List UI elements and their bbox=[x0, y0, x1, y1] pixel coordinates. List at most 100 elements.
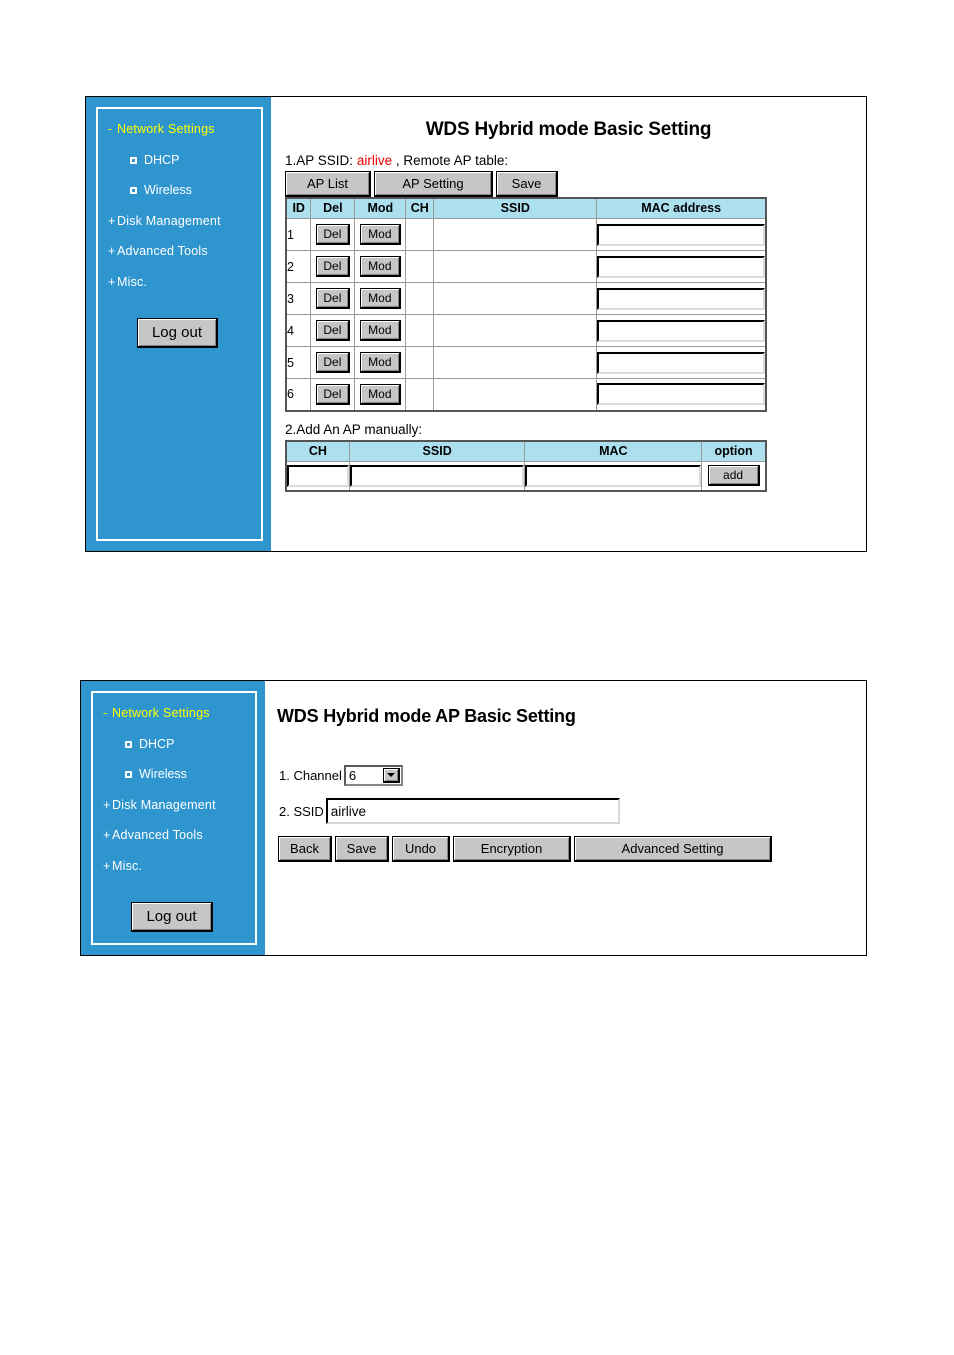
bullet-icon bbox=[125, 740, 132, 748]
cell-ch bbox=[405, 218, 435, 251]
mac-input[interactable] bbox=[597, 383, 765, 406]
sidebar-item-misc[interactable]: + Misc. bbox=[108, 274, 253, 289]
add-button[interactable]: add bbox=[707, 465, 760, 487]
panel2-content: WDS Hybrid mode AP Basic Setting 1. Chan… bbox=[265, 681, 866, 955]
sidebar-subitem-label: DHCP bbox=[139, 736, 175, 751]
wds-basic-setting-panel: - Network Settings DHCP Wireless + Disk Ma… bbox=[85, 96, 867, 552]
cell-mac bbox=[596, 378, 767, 411]
cell-mod: Mod bbox=[354, 378, 407, 411]
plus-icon: + bbox=[103, 797, 111, 812]
table-row: 1 Del Mod bbox=[285, 218, 767, 251]
advanced-setting-button[interactable]: Advanced Setting bbox=[574, 836, 772, 862]
add-ssid-input[interactable] bbox=[349, 464, 525, 487]
table-row: 5 Del Mod bbox=[285, 346, 767, 379]
sidebar-subitem-label: DHCP bbox=[144, 152, 180, 167]
del-button[interactable]: Del bbox=[315, 352, 350, 373]
mac-input[interactable] bbox=[597, 255, 765, 278]
undo-button[interactable]: Undo bbox=[392, 836, 450, 862]
cell-ssid bbox=[433, 282, 598, 315]
sidebar-item-dhcp[interactable]: DHCP bbox=[125, 736, 247, 751]
minus-icon: - bbox=[103, 706, 108, 720]
ssid-input[interactable] bbox=[325, 798, 620, 824]
plus-icon: + bbox=[108, 213, 116, 228]
mod-button[interactable]: Mod bbox=[359, 383, 401, 405]
sidebar-item-wireless[interactable]: Wireless bbox=[130, 184, 253, 197]
wds-ap-basic-setting-panel: - Network Settings DHCP Wireless + Disk Ma… bbox=[80, 680, 867, 956]
ap-setting-button[interactable]: AP Setting bbox=[374, 171, 493, 197]
sidebar-inner: - Network Settings DHCP Wireless + Disk Ma… bbox=[96, 107, 263, 541]
cell-id: 1 bbox=[285, 218, 312, 251]
sidebar-item-dhcp[interactable]: DHCP bbox=[130, 152, 253, 167]
sidebar-item-advanced-tools[interactable]: + Advanced Tools bbox=[103, 829, 247, 842]
sidebar-item-misc[interactable]: + Misc. bbox=[103, 858, 247, 873]
sidebar-item-label: Disk Management bbox=[112, 797, 216, 812]
channel-select[interactable]: 6 bbox=[343, 765, 403, 786]
table-row: 4 Del Mod bbox=[285, 314, 767, 347]
mod-button[interactable]: Mod bbox=[359, 224, 401, 245]
cell-ssid bbox=[433, 314, 598, 347]
del-button[interactable]: Del bbox=[315, 383, 350, 405]
cell-id: 2 bbox=[285, 250, 312, 283]
mod-button[interactable]: Mod bbox=[359, 320, 401, 341]
cell-mod: Mod bbox=[354, 314, 407, 347]
sidebar-item-disk-management[interactable]: + Disk Management bbox=[103, 797, 247, 812]
del-button[interactable]: Del bbox=[315, 256, 350, 277]
chevron-down-icon[interactable] bbox=[382, 768, 400, 783]
mac-input[interactable] bbox=[597, 223, 765, 246]
sidebar-item-network-settings[interactable]: - Network Settings bbox=[103, 707, 247, 720]
channel-label: 1. Channel bbox=[279, 768, 342, 783]
sidebar-item-label: Misc. bbox=[112, 858, 143, 873]
arrow-glyph bbox=[386, 773, 395, 777]
ap-ssid-suffix: , Remote AP table: bbox=[395, 153, 509, 168]
save-button[interactable]: Save bbox=[496, 171, 558, 197]
logout-button[interactable]: Log out bbox=[131, 902, 213, 932]
mod-button[interactable]: Mod bbox=[359, 288, 401, 309]
cell-del: Del bbox=[310, 218, 356, 251]
sidebar-item-wireless[interactable]: Wireless bbox=[125, 768, 247, 781]
page-title: WDS Hybrid mode AP Basic Setting bbox=[277, 706, 576, 726]
sidebar-item-label: Misc. bbox=[117, 274, 148, 289]
del-button[interactable]: Del bbox=[315, 288, 350, 309]
ap-ssid-prefix: 1.AP SSID: bbox=[285, 153, 354, 168]
ap-list-button[interactable]: AP List bbox=[285, 171, 371, 197]
sidebar-item-disk-management[interactable]: + Disk Management bbox=[108, 213, 253, 228]
back-button[interactable]: Back bbox=[278, 836, 332, 862]
ssid-row: 2. SSID bbox=[279, 798, 866, 824]
remote-ap-table-body: 1 Del Mod 2 Del Mod 3 Del Mod 4 Del Mod 5 Del Mod 6 Del M… bbox=[285, 218, 767, 411]
mod-button[interactable]: Mod bbox=[359, 352, 401, 373]
ap-ssid-value: airlive bbox=[356, 153, 393, 168]
save-button[interactable]: Save bbox=[335, 836, 389, 862]
col-header-ssid: SSID bbox=[348, 440, 526, 462]
sidebar-item-network-settings[interactable]: - Network Settings bbox=[108, 123, 253, 136]
page-title: WDS Hybrid mode Basic Setting bbox=[425, 119, 712, 140]
channel-selected-value: 6 bbox=[348, 768, 357, 783]
encryption-button[interactable]: Encryption bbox=[453, 836, 571, 862]
panel2-button-row: Back Save Undo Encryption Advanced Setti… bbox=[278, 836, 866, 862]
cell-mod: Mod bbox=[354, 218, 407, 251]
mod-button[interactable]: Mod bbox=[359, 256, 401, 277]
sidebar-panel1: - Network Settings DHCP Wireless + Disk Ma… bbox=[86, 97, 271, 551]
logout-container: Log out bbox=[103, 902, 247, 932]
cell-mod: Mod bbox=[354, 346, 407, 379]
plus-icon: + bbox=[108, 274, 116, 289]
mac-input[interactable] bbox=[597, 287, 765, 310]
col-header-option: option bbox=[701, 440, 767, 462]
mac-input[interactable] bbox=[597, 351, 765, 374]
cell-add-ssid bbox=[348, 460, 526, 492]
add-mac-input[interactable] bbox=[525, 464, 702, 487]
logout-button[interactable]: Log out bbox=[136, 318, 219, 348]
sidebar-item-advanced-tools[interactable]: + Advanced Tools bbox=[108, 245, 253, 258]
cell-del: Del bbox=[310, 282, 356, 315]
table-header-row: CH SSID MAC option bbox=[285, 440, 767, 462]
del-button[interactable]: Del bbox=[315, 224, 350, 245]
cell-id: 4 bbox=[285, 314, 312, 347]
panel1-content: WDS Hybrid mode Basic Setting 1.AP SSID:… bbox=[271, 97, 866, 551]
cell-add-mac bbox=[524, 460, 703, 492]
del-button[interactable]: Del bbox=[315, 320, 350, 341]
col-header-del: Del bbox=[310, 197, 356, 219]
cell-ssid bbox=[433, 250, 598, 283]
mac-input[interactable] bbox=[597, 319, 765, 342]
add-ch-input[interactable] bbox=[287, 464, 349, 487]
sidebar-subitem-label: Wireless bbox=[139, 767, 187, 781]
col-header-mod: Mod bbox=[354, 197, 407, 219]
